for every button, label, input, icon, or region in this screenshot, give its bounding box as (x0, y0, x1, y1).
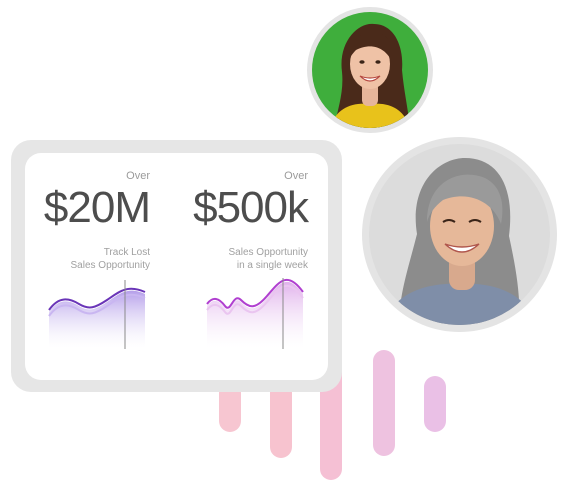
stat-caption-line2: in a single week (236, 260, 308, 271)
avatar-2 (362, 137, 557, 332)
decor-bar (424, 376, 446, 432)
stat-over-label: Over (126, 170, 150, 182)
mini-area-chart-1 (48, 280, 146, 349)
stat-caption-line2: Sales Opportunity (70, 260, 151, 271)
stat-track-lost: Over $20M Track Lost Sales Opportunity (38, 170, 151, 272)
avatar-1 (307, 7, 433, 133)
decor-bar (270, 382, 292, 458)
woman-portrait-icon (369, 144, 550, 325)
stat-caption-line1: Track Lost (103, 247, 150, 258)
decor-bar (373, 350, 395, 456)
stat-over-label: Over (284, 170, 308, 182)
woman-portrait-icon (312, 12, 428, 128)
stat-caption-line1: Sales Opportunity (228, 247, 309, 258)
stat-value: $20M (43, 183, 151, 232)
stat-weekly-opportunity: Over $500k Sales Opportunity in a single… (180, 170, 309, 272)
stat-value: $500k (193, 183, 309, 232)
chart-area (207, 281, 303, 348)
mini-area-chart-2 (206, 278, 304, 349)
